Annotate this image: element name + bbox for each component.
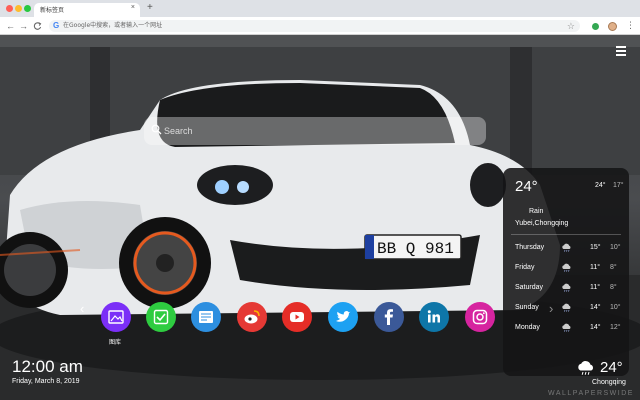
cloud-rain-icon — [562, 303, 571, 312]
weibo-icon — [237, 302, 267, 332]
forecast-day: Thursday — [515, 244, 545, 251]
maximize-window-button[interactable] — [24, 5, 31, 12]
address-bar[interactable]: G 在Google中搜索，或者输入一个网址 ☆ — [49, 20, 580, 32]
profile-avatar[interactable] — [608, 22, 617, 31]
clock-date: Friday, March 8, 2019 — [12, 378, 80, 385]
forecast-day: Monday — [515, 324, 540, 331]
app-instagram[interactable] — [465, 302, 495, 332]
forecast-row: Monday 14° 12° — [515, 323, 623, 338]
forward-button[interactable]: → — [19, 20, 28, 32]
app-notes[interactable] — [191, 302, 221, 332]
app-gallery-label: 图库 — [109, 339, 122, 346]
weather-low: 17° — [613, 182, 624, 189]
weather-temp: 24° — [515, 178, 538, 195]
wallpaper: BB Q 981 24° 24° 17° Rain Yubei,Chongqin… — [0, 35, 640, 400]
checkbox-icon — [146, 302, 176, 332]
notes-icon — [191, 302, 221, 332]
forecast-high: 14° — [590, 304, 601, 311]
youtube-icon — [282, 302, 312, 332]
current-temp: 24° — [600, 359, 623, 376]
forecast-row: Saturday 11° 8° — [515, 283, 623, 298]
search-icon — [151, 124, 162, 135]
instagram-icon — [465, 302, 495, 332]
app-youtube[interactable] — [282, 302, 312, 332]
reload-icon — [33, 22, 42, 30]
forecast-row: Thursday 15° 10° — [515, 243, 623, 258]
cloud-rain-icon — [562, 283, 571, 292]
forecast-low: 12° — [610, 324, 621, 331]
clock-time: 12:00 am — [12, 357, 83, 376]
close-window-button[interactable] — [6, 5, 13, 12]
forecast-day: Saturday — [515, 284, 544, 291]
tab-new-tab[interactable]: 新标签页 × — [34, 3, 140, 17]
tab-title: 新标签页 — [40, 7, 65, 14]
forecast-high: 15° — [590, 244, 601, 251]
app-twitter[interactable] — [328, 302, 358, 332]
search-bar[interactable] — [144, 117, 486, 145]
forecast-low: 8° — [610, 264, 617, 271]
forecast-low: 8° — [610, 284, 617, 291]
app-weibo[interactable] — [237, 302, 267, 332]
cloud-rain-icon — [562, 243, 571, 252]
facebook-icon — [374, 302, 404, 332]
weather-condition: Rain — [529, 208, 544, 215]
cloud-rain-icon — [578, 361, 593, 375]
forecast-row: Sunday 14° 10° — [515, 303, 623, 318]
menu-icon[interactable] — [616, 46, 626, 58]
dock-prev-button[interactable]: ‹ — [80, 301, 84, 316]
weather-location: Yubei,Chongqing — [515, 220, 569, 227]
google-icon: G — [53, 21, 60, 30]
wallpaper-watermark: WALLPAPERSWIDE — [548, 390, 634, 397]
app-facebook[interactable] — [374, 302, 404, 332]
address-bar-placeholder: 在Google中搜索，或者输入一个网址 — [63, 22, 163, 29]
app-tasks[interactable] — [146, 302, 176, 332]
cloud-rain-icon — [562, 263, 571, 272]
forecast-high: 14° — [590, 324, 601, 331]
cloud-rain-icon — [562, 323, 571, 332]
dock-next-button[interactable]: › — [549, 301, 553, 316]
forecast-high: 11° — [590, 264, 601, 271]
minimize-window-button[interactable] — [15, 5, 22, 12]
back-button[interactable]: ← — [6, 20, 15, 32]
weather-high: 24° — [595, 182, 606, 189]
app-linkedin[interactable] — [419, 302, 449, 332]
twitter-icon — [328, 302, 358, 332]
license-plate-text: BB Q 981 — [377, 240, 454, 258]
tab-close-icon[interactable]: × — [131, 4, 135, 11]
tab-strip: 新标签页 × + — [0, 0, 640, 17]
extension-icon[interactable] — [592, 23, 599, 30]
forecast-day: Sunday — [515, 304, 539, 311]
search-input[interactable] — [164, 123, 464, 139]
divider — [511, 234, 621, 235]
reload-button[interactable] — [33, 20, 42, 35]
new-tab-button[interactable]: + — [147, 2, 153, 14]
weather-panel[interactable]: 24° 24° 17° Rain Yubei,Chongqing Thursda… — [503, 168, 629, 376]
forecast-low: 10° — [610, 244, 621, 251]
bookmark-star-icon[interactable]: ☆ — [567, 20, 575, 32]
current-city: Chongqing — [592, 379, 626, 386]
browser-menu-button[interactable]: ⋮ — [626, 19, 635, 31]
browser-toolbar: ← → G 在Google中搜索，或者输入一个网址 ☆ ⋮ — [0, 17, 640, 35]
app-gallery[interactable] — [101, 302, 131, 332]
forecast-day: Friday — [515, 264, 535, 271]
forecast-high: 11° — [590, 284, 601, 291]
forecast-row: Friday 11° 8° — [515, 263, 623, 278]
linkedin-icon — [419, 302, 449, 332]
gallery-icon — [101, 302, 131, 332]
forecast-low: 10° — [610, 304, 621, 311]
